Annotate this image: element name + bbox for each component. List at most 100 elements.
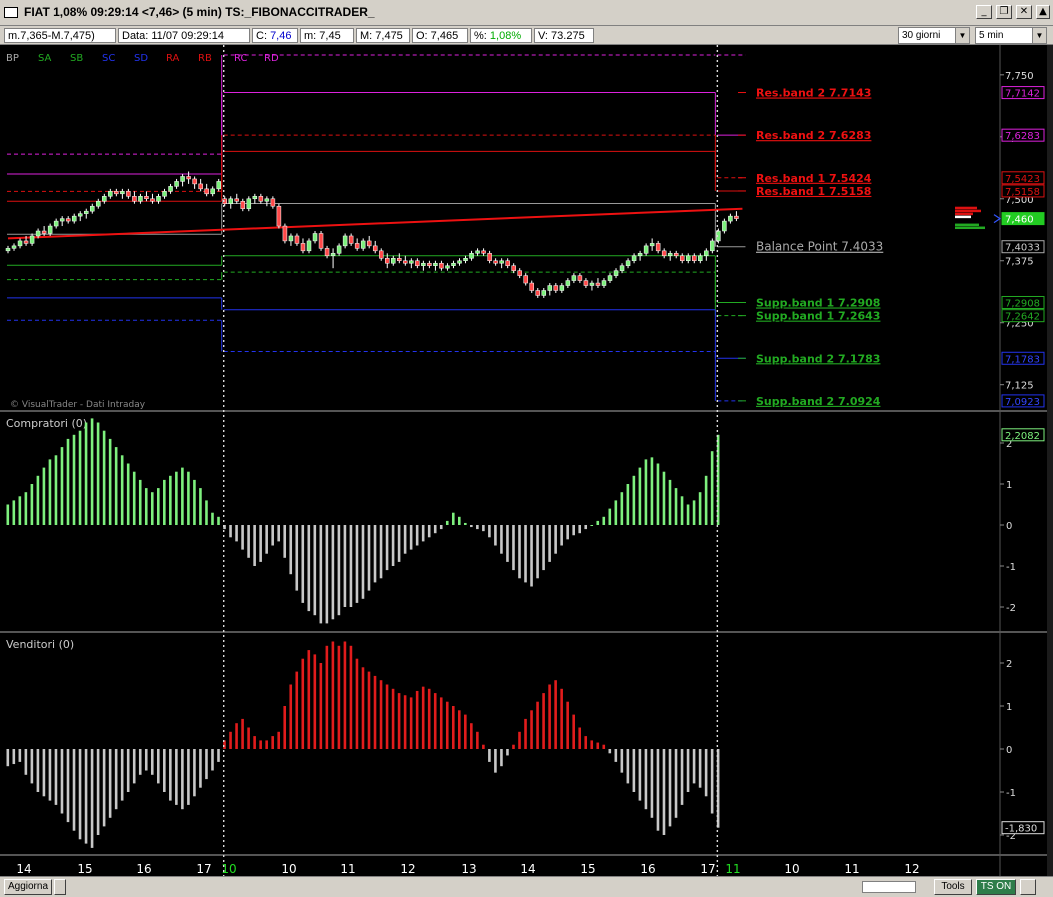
candle-body[interactable]: [655, 243, 661, 252]
candle-body[interactable]: [415, 260, 420, 266]
candle-body[interactable]: [487, 253, 492, 261]
candle-body[interactable]: [469, 253, 474, 259]
candle-body[interactable]: [457, 260, 462, 264]
candle-body[interactable]: [180, 176, 185, 182]
candle-body[interactable]: [728, 215, 733, 222]
candle-body[interactable]: [204, 188, 209, 195]
candle-body[interactable]: [421, 262, 426, 266]
candle-body[interactable]: [270, 198, 276, 207]
candle-body[interactable]: [126, 191, 131, 197]
window-resize-handle[interactable]: [1020, 879, 1036, 895]
candle-body[interactable]: [294, 235, 300, 244]
candle-body[interactable]: [481, 250, 486, 254]
candle-body[interactable]: [499, 260, 504, 264]
candle-body[interactable]: [686, 255, 691, 261]
candle-body[interactable]: [17, 240, 23, 247]
candle-body[interactable]: [41, 230, 47, 234]
minimize-button[interactable]: _: [976, 5, 992, 19]
candle-body[interactable]: [734, 215, 739, 219]
candle-body[interactable]: [595, 282, 601, 286]
scroll-left-button[interactable]: [54, 879, 66, 895]
candle-body[interactable]: [679, 255, 685, 261]
chevron-down-icon[interactable]: ▼: [1032, 28, 1046, 43]
candle-body[interactable]: [493, 260, 498, 264]
candle-body[interactable]: [698, 255, 703, 261]
candle-body[interactable]: [553, 285, 559, 291]
candle-body[interactable]: [35, 230, 41, 237]
candle-body[interactable]: [168, 186, 173, 192]
candle-body[interactable]: [583, 280, 589, 286]
candle-body[interactable]: [704, 250, 709, 257]
candle-body[interactable]: [547, 285, 553, 291]
candle-body[interactable]: [360, 240, 366, 249]
candle-body[interactable]: [312, 233, 318, 242]
candle-body[interactable]: [53, 220, 59, 227]
restore-button[interactable]: ❐: [996, 5, 1012, 19]
candle-body[interactable]: [366, 240, 372, 247]
candle-body[interactable]: [649, 243, 655, 247]
candle-body[interactable]: [354, 243, 360, 249]
candle-body[interactable]: [192, 178, 197, 185]
candle-body[interactable]: [661, 250, 667, 257]
candle-body[interactable]: [619, 265, 625, 271]
candle-body[interactable]: [607, 275, 613, 281]
candle-body[interactable]: [559, 285, 565, 291]
ts-on-button[interactable]: TS ON: [976, 879, 1016, 895]
interval-select[interactable]: 5 min ▼: [975, 27, 1047, 44]
sellers-panel[interactable]: Venditori (0)210-1-2-1,830: [0, 633, 1047, 856]
candle-body[interactable]: [150, 198, 155, 202]
candle-body[interactable]: [228, 198, 233, 204]
candle-body[interactable]: [541, 290, 547, 296]
candle-body[interactable]: [529, 282, 534, 291]
candle-body[interactable]: [475, 250, 480, 254]
candle-body[interactable]: [589, 282, 595, 286]
scroll-up-icon[interactable]: ▲: [1036, 5, 1050, 19]
candle-body[interactable]: [306, 240, 312, 252]
candle-body[interactable]: [330, 253, 336, 257]
candle-body[interactable]: [336, 245, 342, 254]
candle-body[interactable]: [102, 196, 107, 202]
candle-body[interactable]: [601, 280, 607, 286]
candle-body[interactable]: [439, 262, 444, 269]
candle-body[interactable]: [517, 270, 522, 276]
candle-body[interactable]: [505, 260, 510, 266]
candle-body[interactable]: [385, 258, 390, 264]
candle-body[interactable]: [210, 188, 215, 195]
candle-body[interactable]: [535, 290, 541, 296]
candle-body[interactable]: [625, 260, 631, 266]
candle-body[interactable]: [120, 191, 125, 195]
candle-body[interactable]: [77, 213, 83, 217]
price-panel[interactable]: BP SA SB SC SD RA RB RC RD © VisualTrader - Dati …: [0, 45, 1047, 412]
candle-body[interactable]: [318, 233, 324, 249]
candle-body[interactable]: [288, 235, 294, 242]
candle-body[interactable]: [523, 275, 528, 284]
candle-body[interactable]: [565, 280, 571, 286]
candle-body[interactable]: [90, 205, 95, 212]
candle-body[interactable]: [445, 265, 450, 269]
candle-body[interactable]: [174, 181, 179, 187]
candle-body[interactable]: [710, 240, 715, 252]
candle-body[interactable]: [216, 181, 221, 190]
candle-body[interactable]: [11, 245, 17, 249]
candle-body[interactable]: [372, 245, 378, 252]
candle-body[interactable]: [433, 262, 438, 266]
candle-body[interactable]: [403, 260, 408, 264]
candle-body[interactable]: [23, 240, 29, 244]
candle-body[interactable]: [162, 191, 167, 197]
buyers-panel[interactable]: Compratori (0)210-1-22,2082: [0, 412, 1047, 633]
refresh-button[interactable]: Aggiorna: [4, 879, 52, 895]
candle-body[interactable]: [144, 196, 149, 200]
candle-body[interactable]: [234, 198, 240, 202]
candle-body[interactable]: [96, 201, 101, 207]
candle-body[interactable]: [47, 225, 53, 234]
candle-body[interactable]: [613, 270, 619, 276]
candle-body[interactable]: [637, 253, 643, 257]
candle-body[interactable]: [348, 235, 354, 244]
close-button[interactable]: ✕: [1016, 5, 1032, 19]
candle-body[interactable]: [276, 205, 282, 227]
candle-body[interactable]: [451, 262, 456, 266]
candle-body[interactable]: [397, 258, 402, 261]
window-titlebar[interactable]: FIAT 1,08% 09:29:14 <7,46> (5 min) TS:_F…: [0, 0, 1053, 26]
candle-body[interactable]: [108, 191, 113, 197]
tools-button[interactable]: Tools: [934, 879, 972, 895]
